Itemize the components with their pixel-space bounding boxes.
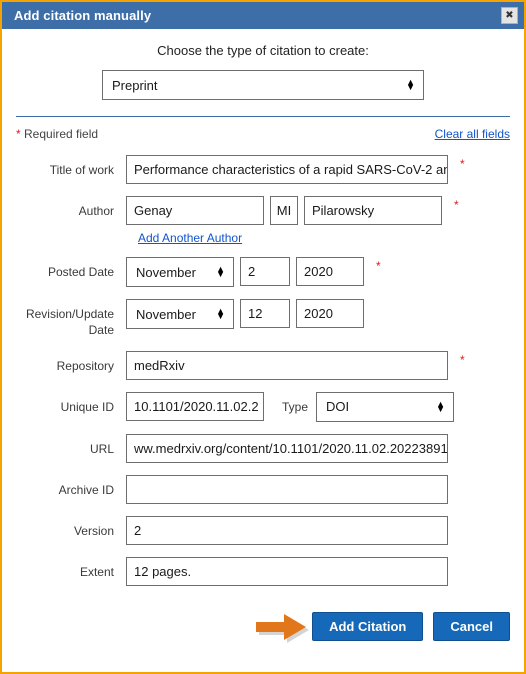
repository-input[interactable]: medRxiv (126, 350, 448, 380)
version-input[interactable]: 2 (126, 515, 448, 545)
close-icon[interactable]: ✖ (501, 7, 518, 24)
posted-date-day-input[interactable]: 2 (240, 257, 290, 286)
cancel-button[interactable]: Cancel (433, 611, 510, 641)
citation-type-row: Preprint ▲ ▼ (16, 70, 510, 116)
clear-all-fields-link[interactable]: Clear all fields (435, 127, 510, 141)
title-required-star: * (460, 157, 465, 171)
unique-id-input[interactable]: 10.1101/2020.11.02.2 (126, 391, 264, 421)
unique-id-type-value: DOI (326, 399, 350, 415)
citation-type-select[interactable]: Preprint ▲ ▼ (102, 70, 424, 100)
posted-date-year-input[interactable]: 2020 (296, 257, 364, 286)
field-row-unique-id: Unique ID 10.1101/2020.11.02.2 Type DOI … (16, 391, 510, 422)
add-another-author-row: Add Another Author (16, 231, 510, 245)
url-label: URL (89, 441, 114, 456)
layout-spacer (16, 231, 138, 245)
field-row-extent: Extent 12 pages. (16, 556, 510, 586)
chevron-updown-icon: ▲ ▼ (216, 263, 225, 279)
posted-date-required-star: * (376, 259, 381, 273)
extent-label: Extent (79, 564, 114, 579)
legend-row: * Required field Clear all fields (16, 117, 510, 155)
author-first-name-input[interactable]: Genay (126, 196, 264, 225)
author-middle-initial-input[interactable]: MI (270, 196, 298, 225)
author-last-name-input[interactable]: Pilarowsky (304, 196, 442, 225)
revision-date-label: Revision/Update Date (25, 307, 114, 337)
repository-label: Repository (56, 358, 114, 373)
required-field-text: Required field (20, 127, 99, 141)
revision-date-year-input[interactable]: 2020 (296, 299, 364, 328)
field-row-archive-id: Archive ID (16, 474, 510, 504)
field-row-revision-date: Revision/Update Date November ▲ ▼ 12 2020 (16, 299, 510, 339)
unique-id-type-select[interactable]: DOI ▲ ▼ (316, 391, 455, 422)
url-input[interactable]: ww.medrxiv.org/content/10.1101/2020.11.0… (126, 433, 448, 463)
archive-id-input[interactable] (126, 474, 448, 504)
modal-body: Choose the type of citation to create: P… (2, 29, 524, 643)
archive-id-label: Archive ID (58, 482, 114, 497)
add-citation-button[interactable]: Add Citation (312, 611, 424, 641)
required-field-note: * Required field (16, 127, 98, 141)
revision-date-month-select[interactable]: November ▲ ▼ (126, 299, 234, 329)
citation-type-value: Preprint (112, 77, 158, 93)
field-row-title: Title of work Performance characteristic… (16, 155, 510, 184)
modal-footer: Add Citation Cancel (16, 598, 510, 643)
title-label: Title of work (49, 163, 114, 177)
author-label: Author (78, 204, 114, 218)
revision-date-month-value: November (136, 306, 196, 322)
version-label: Version (73, 523, 114, 538)
orange-arrow-icon (256, 613, 320, 646)
repository-required-star: * (460, 352, 465, 367)
chevron-updown-icon: ▲ ▼ (436, 398, 446, 414)
field-row-repository: Repository medRxiv * (16, 350, 510, 380)
modal-titlebar: Add citation manually ✖ (2, 2, 524, 29)
add-citation-modal: Add citation manually ✖ Choose the type … (0, 0, 526, 674)
posted-date-label: Posted Date (47, 265, 114, 279)
chevron-updown-icon: ▲ ▼ (216, 305, 225, 321)
field-row-author: Author Genay MI Pilarowsky * (16, 196, 510, 225)
revision-date-day-input[interactable]: 12 (240, 299, 290, 328)
extent-input[interactable]: 12 pages. (126, 556, 448, 586)
unique-id-type-label: Type (282, 399, 309, 414)
field-row-version: Version 2 (16, 515, 510, 545)
author-required-star: * (454, 198, 459, 212)
modal-title: Add citation manually (14, 8, 152, 23)
chevron-updown-icon: ▲ ▼ (406, 76, 415, 92)
title-input[interactable]: Performance characteristics of a rapid S… (126, 155, 448, 184)
add-another-author-link[interactable]: Add Another Author (138, 231, 242, 245)
posted-date-month-select[interactable]: November ▲ ▼ (126, 257, 234, 287)
unique-id-label: Unique ID (60, 399, 114, 414)
field-row-url: URL ww.medrxiv.org/content/10.1101/2020.… (16, 433, 510, 463)
posted-date-month-value: November (136, 264, 196, 280)
field-row-posted-date: Posted Date November ▲ ▼ 2 2020 * (16, 257, 510, 287)
citation-type-prompt: Choose the type of citation to create: (157, 43, 369, 58)
